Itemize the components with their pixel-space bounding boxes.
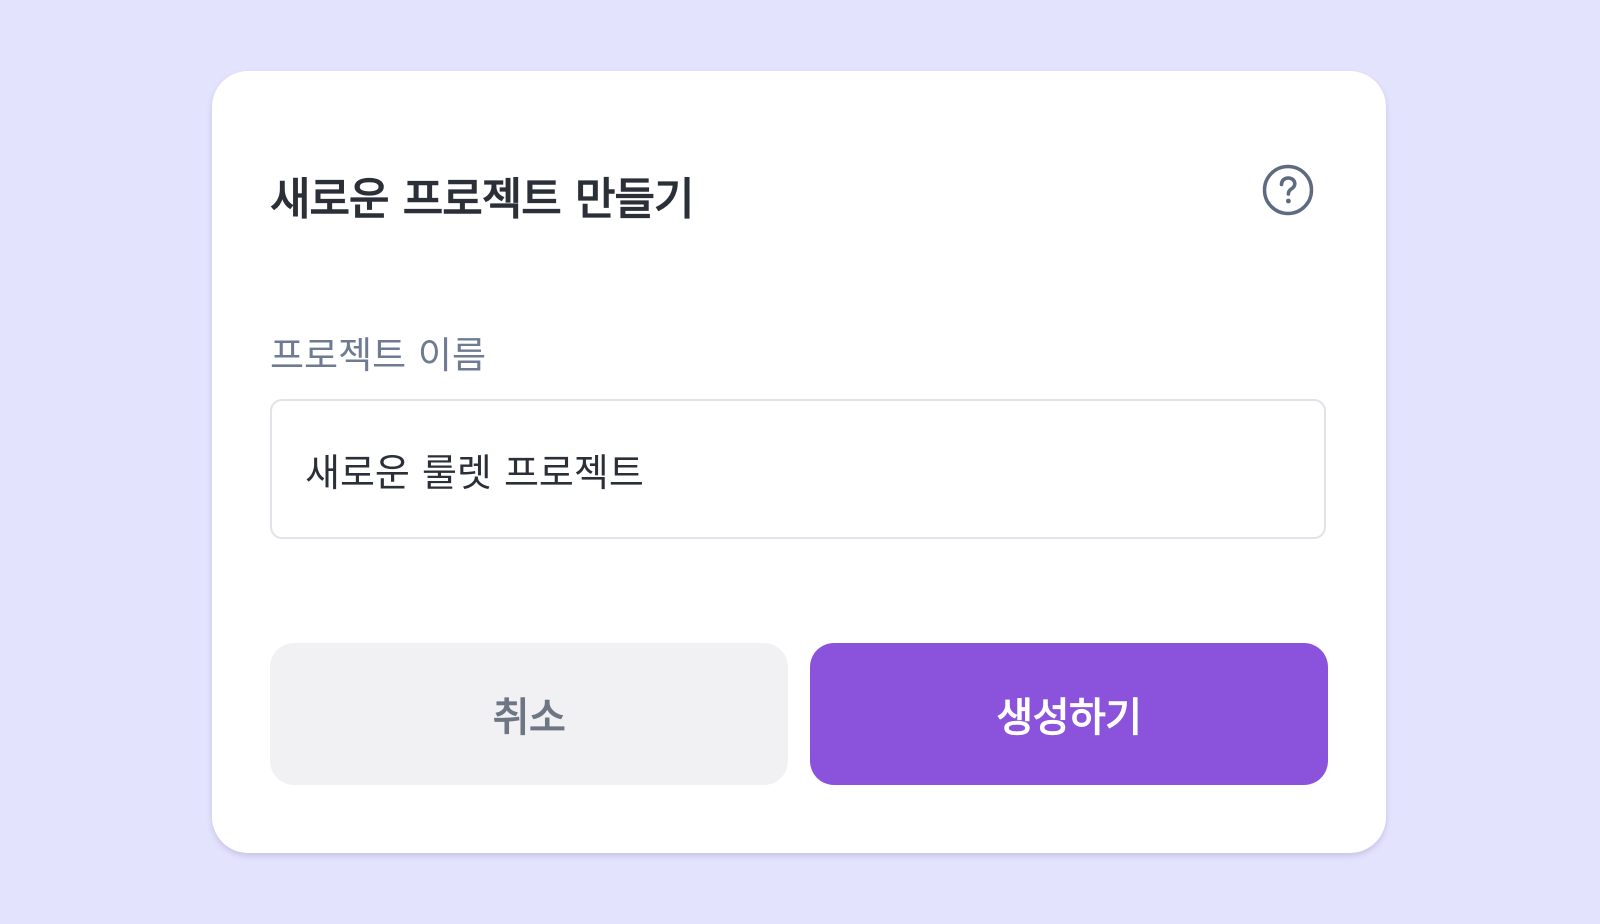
question-circle-icon (1262, 164, 1314, 216)
cancel-button[interactable]: 취소 (270, 643, 788, 785)
create-project-dialog: 새로운 프로젝트 만들기 프로젝트 이름 취소 생성하기 (212, 71, 1386, 853)
create-button[interactable]: 생성하기 (810, 643, 1328, 785)
help-button[interactable] (1261, 163, 1315, 217)
project-name-input[interactable] (270, 399, 1326, 539)
dialog-title: 새로운 프로젝트 만들기 (270, 174, 694, 225)
project-name-label: 프로젝트 이름 (270, 334, 487, 377)
